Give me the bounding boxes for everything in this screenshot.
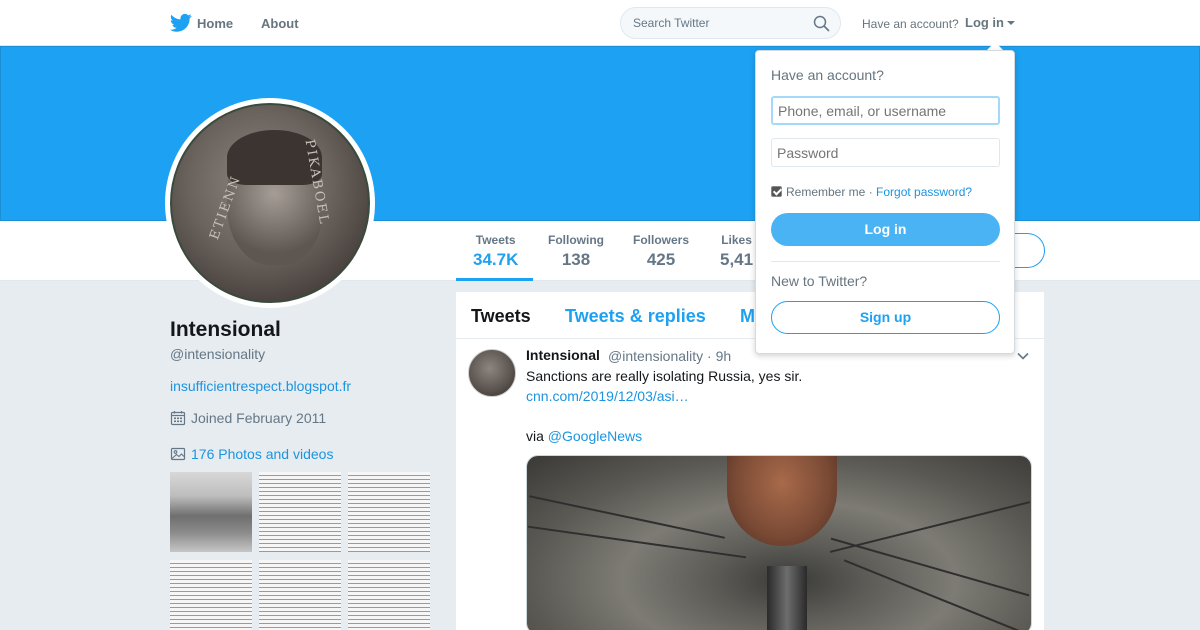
- stat-label: Tweets: [475, 233, 516, 247]
- twitter-bird-icon[interactable]: [170, 13, 192, 33]
- search-input[interactable]: Search Twitter: [620, 7, 841, 39]
- media-thumbnail[interactable]: [170, 472, 252, 552]
- media-thumbnail[interactable]: [348, 472, 430, 552]
- media-cable: [843, 559, 1027, 630]
- media-cable: [528, 495, 726, 539]
- tweet-mention-link[interactable]: @GoogleNews: [548, 428, 642, 444]
- tweet-media-image[interactable]: [526, 455, 1032, 630]
- tweet-avatar[interactable]: [468, 349, 516, 397]
- stat-label: Followers: [633, 233, 690, 247]
- calendar-icon: [170, 411, 186, 426]
- stat-value: 138: [561, 250, 591, 269]
- media-cable: [527, 525, 747, 559]
- tweet-text: Sanctions are really isolating Russia, y…: [526, 368, 803, 384]
- remember-me-checkbox[interactable]: [771, 186, 782, 197]
- stat-label: Following: [548, 233, 604, 247]
- stat-likes[interactable]: Likes 5,41: [720, 233, 753, 270]
- nav-home-link[interactable]: Home: [197, 16, 233, 31]
- tweet-via-text: via: [526, 428, 548, 444]
- image-icon: [170, 447, 186, 461]
- tweet-via: via @GoogleNews: [526, 428, 642, 444]
- remember-me-label[interactable]: Remember me: [786, 185, 865, 199]
- media-thumbnail[interactable]: [259, 472, 341, 552]
- login-button[interactable]: Log in: [771, 213, 1000, 246]
- stat-label: Likes: [721, 233, 752, 247]
- dropdown-title: Have an account?: [771, 67, 884, 83]
- photos-videos-label: 176 Photos and videos: [191, 446, 334, 462]
- chevron-down-icon[interactable]: [1017, 352, 1029, 360]
- tab-tweets[interactable]: Tweets: [471, 306, 531, 327]
- media-rail-shape: [767, 566, 807, 630]
- username-input[interactable]: [771, 96, 1000, 125]
- media-grid: [170, 472, 430, 630]
- joined-text: Joined February 2011: [191, 410, 327, 426]
- dropdown-divider: [771, 261, 1000, 262]
- stat-value: 34.7K: [473, 250, 519, 269]
- stat-following[interactable]: Following 138: [548, 233, 604, 270]
- dropdown-arrow: [987, 42, 1003, 50]
- top-nav: Home About Search Twitter Have an accoun…: [0, 0, 1200, 46]
- remember-row: Remember me · Forgot password?: [771, 185, 972, 199]
- tab-media[interactable]: M: [740, 306, 755, 327]
- password-input[interactable]: [771, 138, 1000, 167]
- profile-name[interactable]: Intensional: [170, 318, 281, 342]
- new-to-twitter-text: New to Twitter?: [771, 273, 868, 289]
- avatar-image: ETIENN PIKABOEL: [170, 103, 370, 303]
- media-thumbnail[interactable]: [348, 560, 430, 630]
- media-thumbnail[interactable]: [170, 560, 252, 630]
- profile-avatar[interactable]: ETIENN PIKABOEL: [165, 98, 375, 308]
- active-tab-indicator: [456, 278, 533, 281]
- forgot-password-link[interactable]: Forgot password?: [876, 185, 972, 199]
- media-pipe-shape: [727, 456, 837, 546]
- profile-url-link[interactable]: insufficientrespect.blogspot.fr: [170, 378, 351, 394]
- profile-joined: Joined February 2011: [170, 410, 326, 426]
- tweet-link[interactable]: cnn.com/2019/12/03/asi…: [526, 388, 689, 404]
- nav-about-link[interactable]: About: [261, 16, 299, 31]
- have-account-text: Have an account?: [862, 17, 959, 31]
- tab-tweets-replies[interactable]: Tweets & replies: [565, 306, 706, 327]
- login-menu-toggle[interactable]: Log in: [965, 15, 1015, 30]
- media-thumbnail[interactable]: [259, 560, 341, 630]
- stat-value: 425: [646, 250, 676, 269]
- search-icon[interactable]: [813, 15, 830, 32]
- stat-value: 5,41: [720, 250, 754, 269]
- profile-handle[interactable]: @intensionality: [170, 346, 265, 362]
- stat-tweets[interactable]: Tweets 34.7K: [473, 233, 518, 270]
- login-dropdown: Have an account? Remember me · Forgot pa…: [755, 50, 1015, 354]
- tweet-author-handle-time[interactable]: @intensionality · 9h: [608, 348, 731, 364]
- separator-dot: ·: [865, 185, 877, 199]
- photos-videos-link[interactable]: 176 Photos and videos: [170, 446, 333, 462]
- tweet-author-name[interactable]: Intensional: [526, 347, 600, 363]
- caret-down-icon: [1007, 21, 1015, 25]
- search-placeholder: Search Twitter: [633, 16, 710, 30]
- login-menu-label: Log in: [965, 15, 1004, 30]
- signup-button[interactable]: Sign up: [771, 301, 1000, 334]
- stat-followers[interactable]: Followers 425: [633, 233, 689, 270]
